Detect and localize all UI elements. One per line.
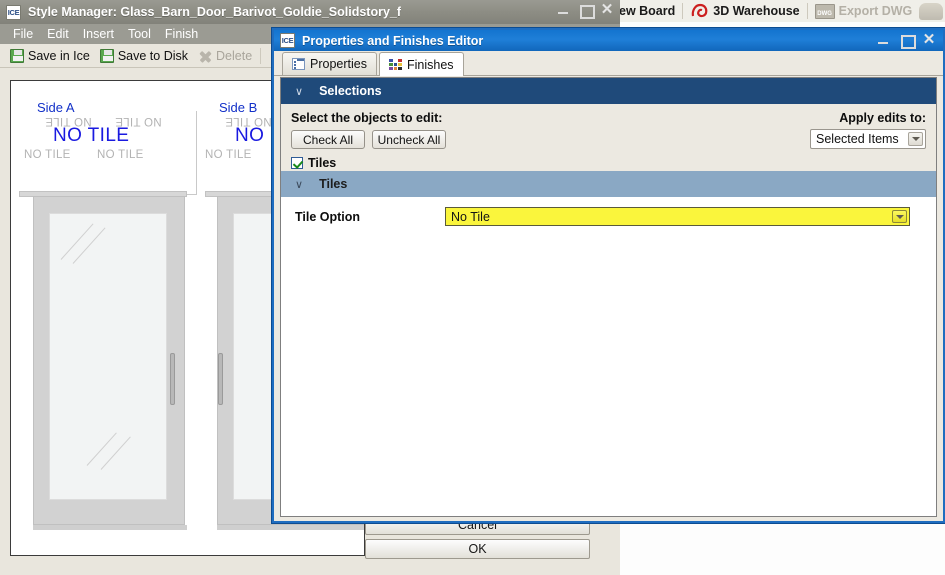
door-base <box>217 525 364 530</box>
save-to-disk-label: Save to Disk <box>117 48 189 63</box>
apply-edits-label: Apply edits to: <box>839 111 926 125</box>
save-disk-icon <box>99 48 114 63</box>
ok-button[interactable]: OK <box>365 539 590 559</box>
save-icon <box>10 48 24 63</box>
menu-item-file[interactable]: File <box>6 24 40 44</box>
tile-option-label: Tile Option <box>295 209 361 224</box>
tab-finishes-label: Finishes <box>406 57 454 72</box>
properties-and-finishes-editor-dialog: ICE Properties and Finishes Editor ✕ Pro… <box>272 28 945 523</box>
side-b-label: Side B <box>219 100 258 115</box>
warehouse-icon <box>690 3 709 19</box>
style-manager-window-buttons: ✕ <box>556 2 614 19</box>
style-manager-title: Style Manager: Glass_Barn_Door_Barivot_G… <box>28 5 402 19</box>
tile-option-row: Tile Option No Tile <box>281 207 936 226</box>
tiles-checkbox[interactable] <box>291 157 303 169</box>
tiles-checkbox-row[interactable]: Tiles <box>291 156 926 170</box>
door-graphic-side-a <box>19 187 197 537</box>
tiles-section-header[interactable]: ∨ Tiles <box>281 171 936 197</box>
dwg-icon: DWG <box>814 3 835 19</box>
toolbar-button-save-to-disk[interactable]: Save to Disk <box>95 45 193 67</box>
host-board-label: ew Board <box>619 4 676 18</box>
door-glass <box>49 213 167 500</box>
app-badge-icon: ICE <box>6 4 21 20</box>
apply-edits-value: Selected Items <box>816 132 899 146</box>
host-warehouse-label: 3D Warehouse <box>713 4 800 18</box>
notile-secondary-label: NO TILE <box>97 149 144 161</box>
host-toolbar-item-export-dwg[interactable]: DWG Export DWG <box>808 0 920 22</box>
maximize-icon[interactable] <box>899 33 916 49</box>
dialog-window-buttons: ✕ <box>876 32 936 49</box>
tile-option-dropdown[interactable]: No Tile <box>445 207 910 226</box>
notile-secondary-label: NO TILE <box>24 149 71 161</box>
chevron-down-icon: ∨ <box>295 178 304 191</box>
door-handle <box>218 353 223 405</box>
door-base <box>33 525 187 530</box>
selections-section-body: Select the objects to edit: Check All Un… <box>281 104 936 171</box>
color-swatch-icon <box>388 58 402 71</box>
notile-primary-label: NO TILE <box>53 125 130 146</box>
notile-secondary-label: NO TILE <box>205 149 252 161</box>
delete-x-icon <box>198 49 212 63</box>
tab-properties[interactable]: Properties <box>282 52 377 75</box>
door-handle <box>170 353 175 405</box>
delete-label: Delete <box>216 48 253 63</box>
toolbar-button-save-in-ice[interactable]: Save in Ice <box>5 45 95 67</box>
toolbar-button-delete[interactable]: Delete <box>193 45 257 67</box>
toolbar-separator <box>260 47 262 64</box>
chevron-down-icon: ∨ <box>295 85 304 98</box>
apply-edits-dropdown[interactable]: Selected Items <box>810 129 926 149</box>
tiles-header-label: Tiles <box>319 177 348 191</box>
style-manager-titlebar[interactable]: ICE Style Manager: Glass_Barn_Door_Bariv… <box>0 0 620 24</box>
uncheck-all-button[interactable]: Uncheck All <box>372 130 446 149</box>
menu-item-finish[interactable]: Finish <box>158 24 205 44</box>
tile-option-value: No Tile <box>451 209 490 224</box>
chevron-down-icon[interactable] <box>908 132 923 146</box>
menu-item-tool[interactable]: Tool <box>121 24 158 44</box>
tab-finishes[interactable]: Finishes <box>378 52 464 76</box>
tiles-section-body: Tile Option No Tile <box>281 197 936 516</box>
chevron-down-icon[interactable] <box>892 210 907 223</box>
list-icon <box>292 58 305 70</box>
tab-properties-label: Properties <box>310 57 367 71</box>
close-icon[interactable]: ✕ <box>600 2 614 17</box>
dialog-titlebar[interactable]: ICE Properties and Finishes Editor ✕ <box>274 30 943 51</box>
tiles-checkbox-label: Tiles <box>308 156 337 170</box>
menu-item-edit[interactable]: Edit <box>40 24 76 44</box>
app-badge-icon: ICE <box>280 33 295 48</box>
selections-section-header[interactable]: ∨ Selections <box>281 78 936 104</box>
notile-primary-label: NO <box>235 125 265 146</box>
door-preview-side-a: Side A NO TILE NO TILE NO TILE NO TILE N… <box>11 81 197 555</box>
menu-item-insert[interactable]: Insert <box>76 24 121 44</box>
apply-edits-block: Apply edits to: Selected Items <box>810 111 926 149</box>
maximize-icon[interactable] <box>578 3 595 19</box>
host-export-label: Export DWG <box>838 4 913 18</box>
host-toolbar-item-3d-warehouse[interactable]: 3D Warehouse <box>683 0 806 22</box>
host-toolbar-extra-icon[interactable] <box>919 2 944 20</box>
selections-header-label: Selections <box>319 84 382 98</box>
dialog-tabstrip: Properties Finishes <box>274 51 943 76</box>
dialog-title: Properties and Finishes Editor <box>302 33 484 48</box>
host-toolbar: ew Board 3D Warehouse DWG Export DWG <box>612 0 945 22</box>
close-icon[interactable]: ✕ <box>922 32 936 47</box>
save-in-ice-label: Save in Ice <box>28 48 90 63</box>
host-toolbar-item-new-board[interactable]: ew Board <box>612 0 682 22</box>
minimize-icon[interactable] <box>876 33 890 47</box>
minimize-icon[interactable] <box>556 3 570 17</box>
dialog-content: ∨ Selections Select the objects to edit:… <box>280 77 937 517</box>
check-all-button[interactable]: Check All <box>291 130 365 149</box>
